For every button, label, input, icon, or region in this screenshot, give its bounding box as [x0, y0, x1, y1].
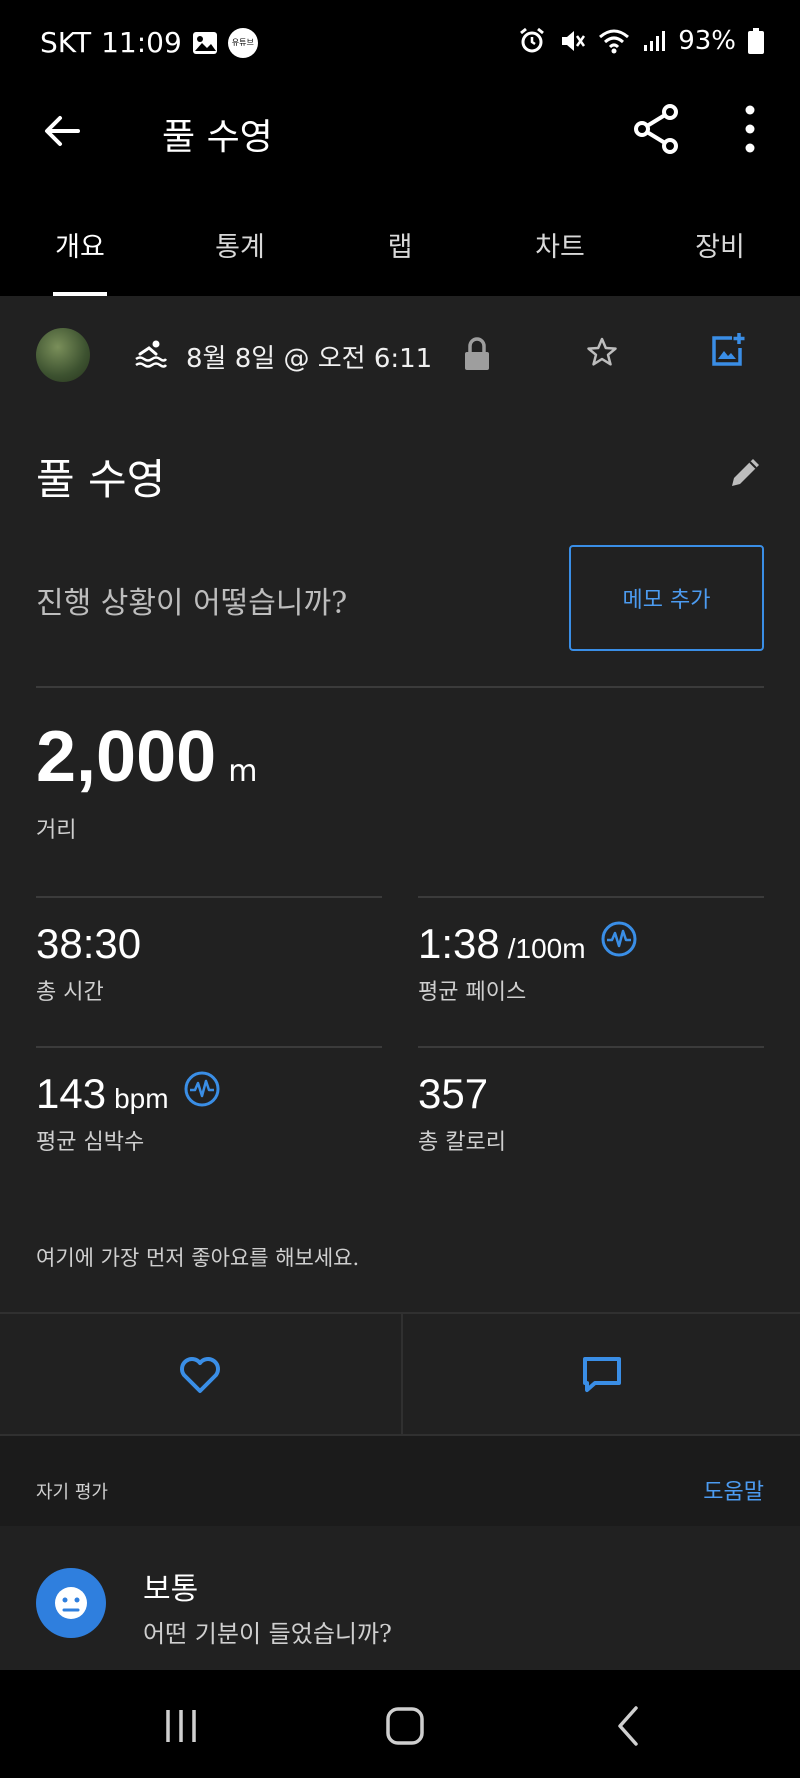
avg-pace-value: 1:38	[418, 920, 500, 967]
avg-pace-stat: 1:38 /100m 평균 페이스	[418, 920, 638, 1006]
total-time-stat: 38:30 총 시간	[36, 920, 141, 1006]
distance-label: 거리	[36, 818, 77, 843]
activity-meta-row: 8월 8일 @ 오전 6:11	[0, 328, 800, 388]
battery-icon	[748, 28, 764, 54]
home-icon	[386, 1707, 424, 1745]
battery-percent: 93%	[678, 26, 736, 56]
heart-icon	[179, 1357, 220, 1393]
tab-stats[interactable]: 통계	[180, 225, 300, 264]
avg-heart-rate-value: 143	[36, 1070, 107, 1117]
feel-card[interactable]: 보통 어떤 기분이 들었습니까?	[0, 1526, 800, 1670]
share-icon	[634, 104, 678, 154]
distance-unit: m	[228, 754, 258, 789]
tab-charts[interactable]: 차트	[500, 225, 620, 264]
avg-heart-rate-stat: 143 bpm 평균 심박수	[36, 1070, 221, 1156]
more-vert-icon	[745, 105, 755, 153]
back-arrow-icon	[45, 116, 80, 146]
avg-heart-rate-label: 평균 심박수	[36, 1130, 145, 1155]
avg-pace-unit: /100m	[507, 933, 586, 964]
gallery-icon	[192, 31, 218, 55]
edit-icon[interactable]	[728, 454, 764, 490]
comment-button[interactable]	[401, 1314, 800, 1436]
system-nav-bar	[0, 1670, 800, 1778]
tab-gear[interactable]: 장비	[660, 225, 780, 264]
progress-prompt: 진행 상황이 어떻습니까?	[36, 586, 348, 621]
self-evaluation-title: 자기 평가	[36, 1482, 108, 1503]
comment-icon	[582, 1357, 621, 1392]
tab-overview[interactable]: 개요	[20, 225, 140, 264]
calories-stat: 357 총 칼로리	[418, 1070, 506, 1156]
pace-chart-icon[interactable]	[600, 920, 638, 958]
page-title: 풀 수영	[162, 117, 273, 158]
system-back-button[interactable]	[604, 1704, 654, 1748]
social-action-row	[0, 1312, 800, 1436]
tab-bar: 개요 통계 랩 차트 장비	[0, 195, 800, 295]
divider	[418, 896, 764, 898]
calories-label: 총 칼로리	[418, 1130, 506, 1155]
self-evaluation-header: 자기 평가 도움말	[0, 1436, 800, 1526]
activity-date: 8월 8일 @ 오전 6:11	[186, 344, 433, 374]
carrier-label: SKT	[40, 26, 92, 59]
alarm-icon	[518, 27, 546, 55]
like-button[interactable]	[0, 1314, 399, 1436]
total-time-value: 38:30	[36, 920, 142, 967]
tab-laps[interactable]: 랩	[340, 225, 460, 264]
lock-icon[interactable]	[463, 336, 491, 372]
distance-value: 2,000	[36, 717, 217, 797]
overview-content: 8월 8일 @ 오전 6:11 풀 수영 진행 상황이 어떻습니까? 메모 추가…	[0, 296, 800, 1670]
divider	[36, 896, 382, 898]
back-button[interactable]	[38, 106, 88, 156]
add-photo-icon[interactable]	[710, 332, 746, 368]
help-link[interactable]: 도움말	[703, 1474, 764, 1506]
divider	[418, 1046, 764, 1048]
heart-rate-chart-icon[interactable]	[183, 1070, 221, 1108]
avg-pace-label: 평균 페이스	[418, 980, 527, 1005]
status-bar: SKT 11:09 유튜브 93%	[0, 0, 800, 90]
divider	[36, 1046, 382, 1048]
swim-icon	[134, 338, 168, 368]
activity-title: 풀 수영	[36, 455, 166, 504]
clock: 11:09	[101, 26, 182, 59]
recent-apps-button[interactable]	[156, 1704, 206, 1748]
feel-subtitle: 어떤 기분이 들었습니까?	[143, 1620, 392, 1648]
signal-icon	[642, 29, 666, 53]
wifi-icon	[598, 28, 630, 54]
add-memo-button[interactable]: 메모 추가	[569, 545, 764, 651]
recent-apps-icon	[166, 1710, 196, 1742]
avatar[interactable]	[36, 328, 90, 382]
chevron-left-icon	[618, 1706, 638, 1746]
distance-stat: 2,000 m	[36, 716, 257, 798]
calories-value: 357	[418, 1070, 489, 1117]
neutral-face-icon	[36, 1568, 106, 1638]
mute-icon	[558, 27, 586, 55]
share-button[interactable]	[632, 102, 682, 156]
divider	[36, 686, 764, 688]
total-time-label: 총 시간	[36, 980, 104, 1005]
feel-title: 보통	[143, 1572, 199, 1607]
home-button[interactable]	[380, 1704, 430, 1748]
avg-heart-rate-unit: bpm	[114, 1083, 169, 1114]
youtube-notification-icon: 유튜브	[227, 27, 258, 58]
kudos-prompt: 여기에 가장 먼저 좋아요를 해보세요.	[36, 1246, 360, 1270]
star-icon[interactable]	[586, 336, 618, 368]
more-options-button[interactable]	[732, 102, 768, 156]
